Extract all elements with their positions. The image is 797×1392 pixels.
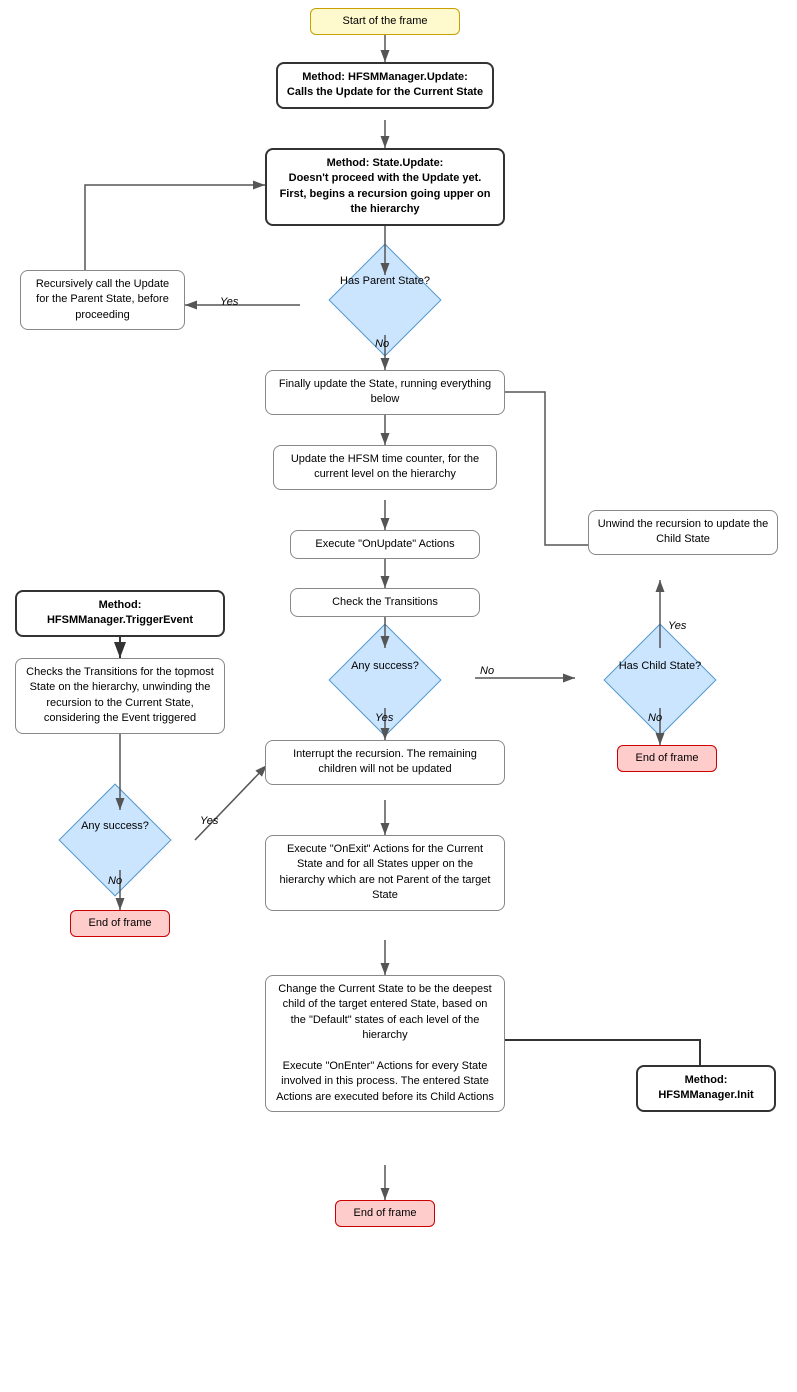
state-update-node: Method: State.Update: Doesn't proceed wi… xyxy=(265,148,505,226)
unwind-recursion-node: Unwind the recursion to update the Child… xyxy=(588,510,778,555)
yes-label-child: Yes xyxy=(668,620,686,632)
end-frame-bottom-node: End of frame xyxy=(335,1200,435,1227)
execute-onexit-node: Execute "OnExit" Actions for the Current… xyxy=(265,835,505,911)
has-parent-diamond: Has Parent State? xyxy=(300,260,470,340)
update-counter-node: Update the HFSM time counter, for the cu… xyxy=(273,445,497,490)
no-label-child: No xyxy=(648,712,662,724)
flowchart-diagram: Start of the frame Method: HFSMManager.U… xyxy=(0,0,797,1392)
no-label-success-center: No xyxy=(480,665,494,677)
hfsm-trigger-node: Method: HFSMManager.TriggerEvent xyxy=(15,590,225,637)
checks-transitions-node: Checks the Transitions for the topmost S… xyxy=(15,658,225,734)
any-success-left-diamond: Any success? xyxy=(30,800,200,880)
check-transitions-node: Check the Transitions xyxy=(290,588,480,617)
yes-label-success-left: Yes xyxy=(200,815,218,827)
interrupt-recursion-node: Interrupt the recursion. The remaining c… xyxy=(265,740,505,785)
has-child-diamond: Has Child State? xyxy=(575,640,745,720)
any-success-center-diamond: Any success? xyxy=(300,640,470,720)
hfsm-update-node: Method: HFSMManager.Update: Calls the Up… xyxy=(276,62,494,109)
hfsm-init-node: Method: HFSMManager.Init xyxy=(636,1065,776,1112)
execute-onupdate-node: Execute "OnUpdate" Actions xyxy=(290,530,480,559)
finally-update-node: Finally update the State, running everyt… xyxy=(265,370,505,415)
yes-label-success-center: Yes xyxy=(375,712,393,724)
no-label-parent: No xyxy=(375,338,389,350)
end-frame-left-node: End of frame xyxy=(70,910,170,937)
yes-label-parent: Yes xyxy=(220,296,238,308)
recursive-call-node: Recursively call the Update for the Pare… xyxy=(20,270,185,330)
start-node: Start of the frame xyxy=(310,8,460,35)
end-frame-right-node: End of frame xyxy=(617,745,717,772)
no-label-success-left: No xyxy=(108,875,122,887)
change-state-node: Change the Current State to be the deepe… xyxy=(265,975,505,1112)
